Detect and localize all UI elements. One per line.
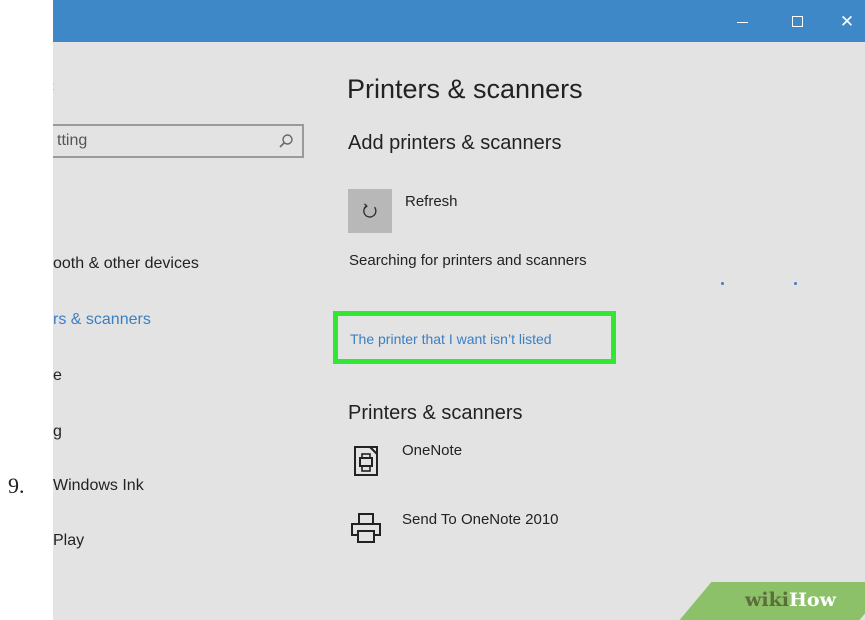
maximize-icon xyxy=(791,15,803,27)
sidebar-item-typing[interactable]: g xyxy=(53,423,62,441)
add-printers-heading: Add printers & scanners xyxy=(348,132,562,154)
minimize-button[interactable] xyxy=(720,0,764,42)
progress-dot xyxy=(721,282,724,285)
close-icon: ✕ xyxy=(839,11,855,31)
sidebar-item-pen-windows-ink[interactable]: Windows Ink xyxy=(53,477,144,495)
searching-status: Searching for printers and scanners xyxy=(349,252,587,269)
settings-window: ✕ ‹ tting ooth & other devices rs & scan… xyxy=(53,0,865,620)
search-icon xyxy=(279,134,293,148)
refresh-label: Refresh xyxy=(405,193,458,210)
step-number: 9. xyxy=(8,473,25,498)
close-button[interactable]: ✕ xyxy=(825,0,865,42)
minimize-icon xyxy=(736,21,748,23)
printer-icon[interactable] xyxy=(349,511,383,545)
printer-name[interactable]: OneNote xyxy=(402,442,462,459)
printers-list-heading: Printers & scanners xyxy=(348,402,523,424)
progress-dot xyxy=(794,282,797,285)
refresh-icon xyxy=(363,203,377,218)
printer-not-listed-link[interactable]: The printer that I want isn’t listed xyxy=(350,331,552,347)
sidebar-item-printers-scanners[interactable]: rs & scanners xyxy=(53,311,151,329)
search-input-value: tting xyxy=(57,132,88,149)
title-bar: ✕ xyxy=(53,0,865,42)
refresh-button[interactable] xyxy=(348,189,392,233)
sidebar-item-bluetooth[interactable]: ooth & other devices xyxy=(53,255,199,273)
sidebar-item-autoplay[interactable]: Play xyxy=(53,532,84,550)
wikihow-logo: wikiHow xyxy=(745,589,836,611)
printer-name[interactable]: Send To OneNote 2010 xyxy=(402,511,559,528)
back-arrow-icon[interactable]: ‹ xyxy=(53,78,54,96)
search-input[interactable]: tting xyxy=(53,124,304,158)
onenote-printer-icon[interactable] xyxy=(350,443,384,477)
page-title: Printers & scanners xyxy=(347,74,583,104)
sidebar-item-mouse[interactable]: e xyxy=(53,367,62,385)
maximize-button[interactable] xyxy=(775,0,819,42)
